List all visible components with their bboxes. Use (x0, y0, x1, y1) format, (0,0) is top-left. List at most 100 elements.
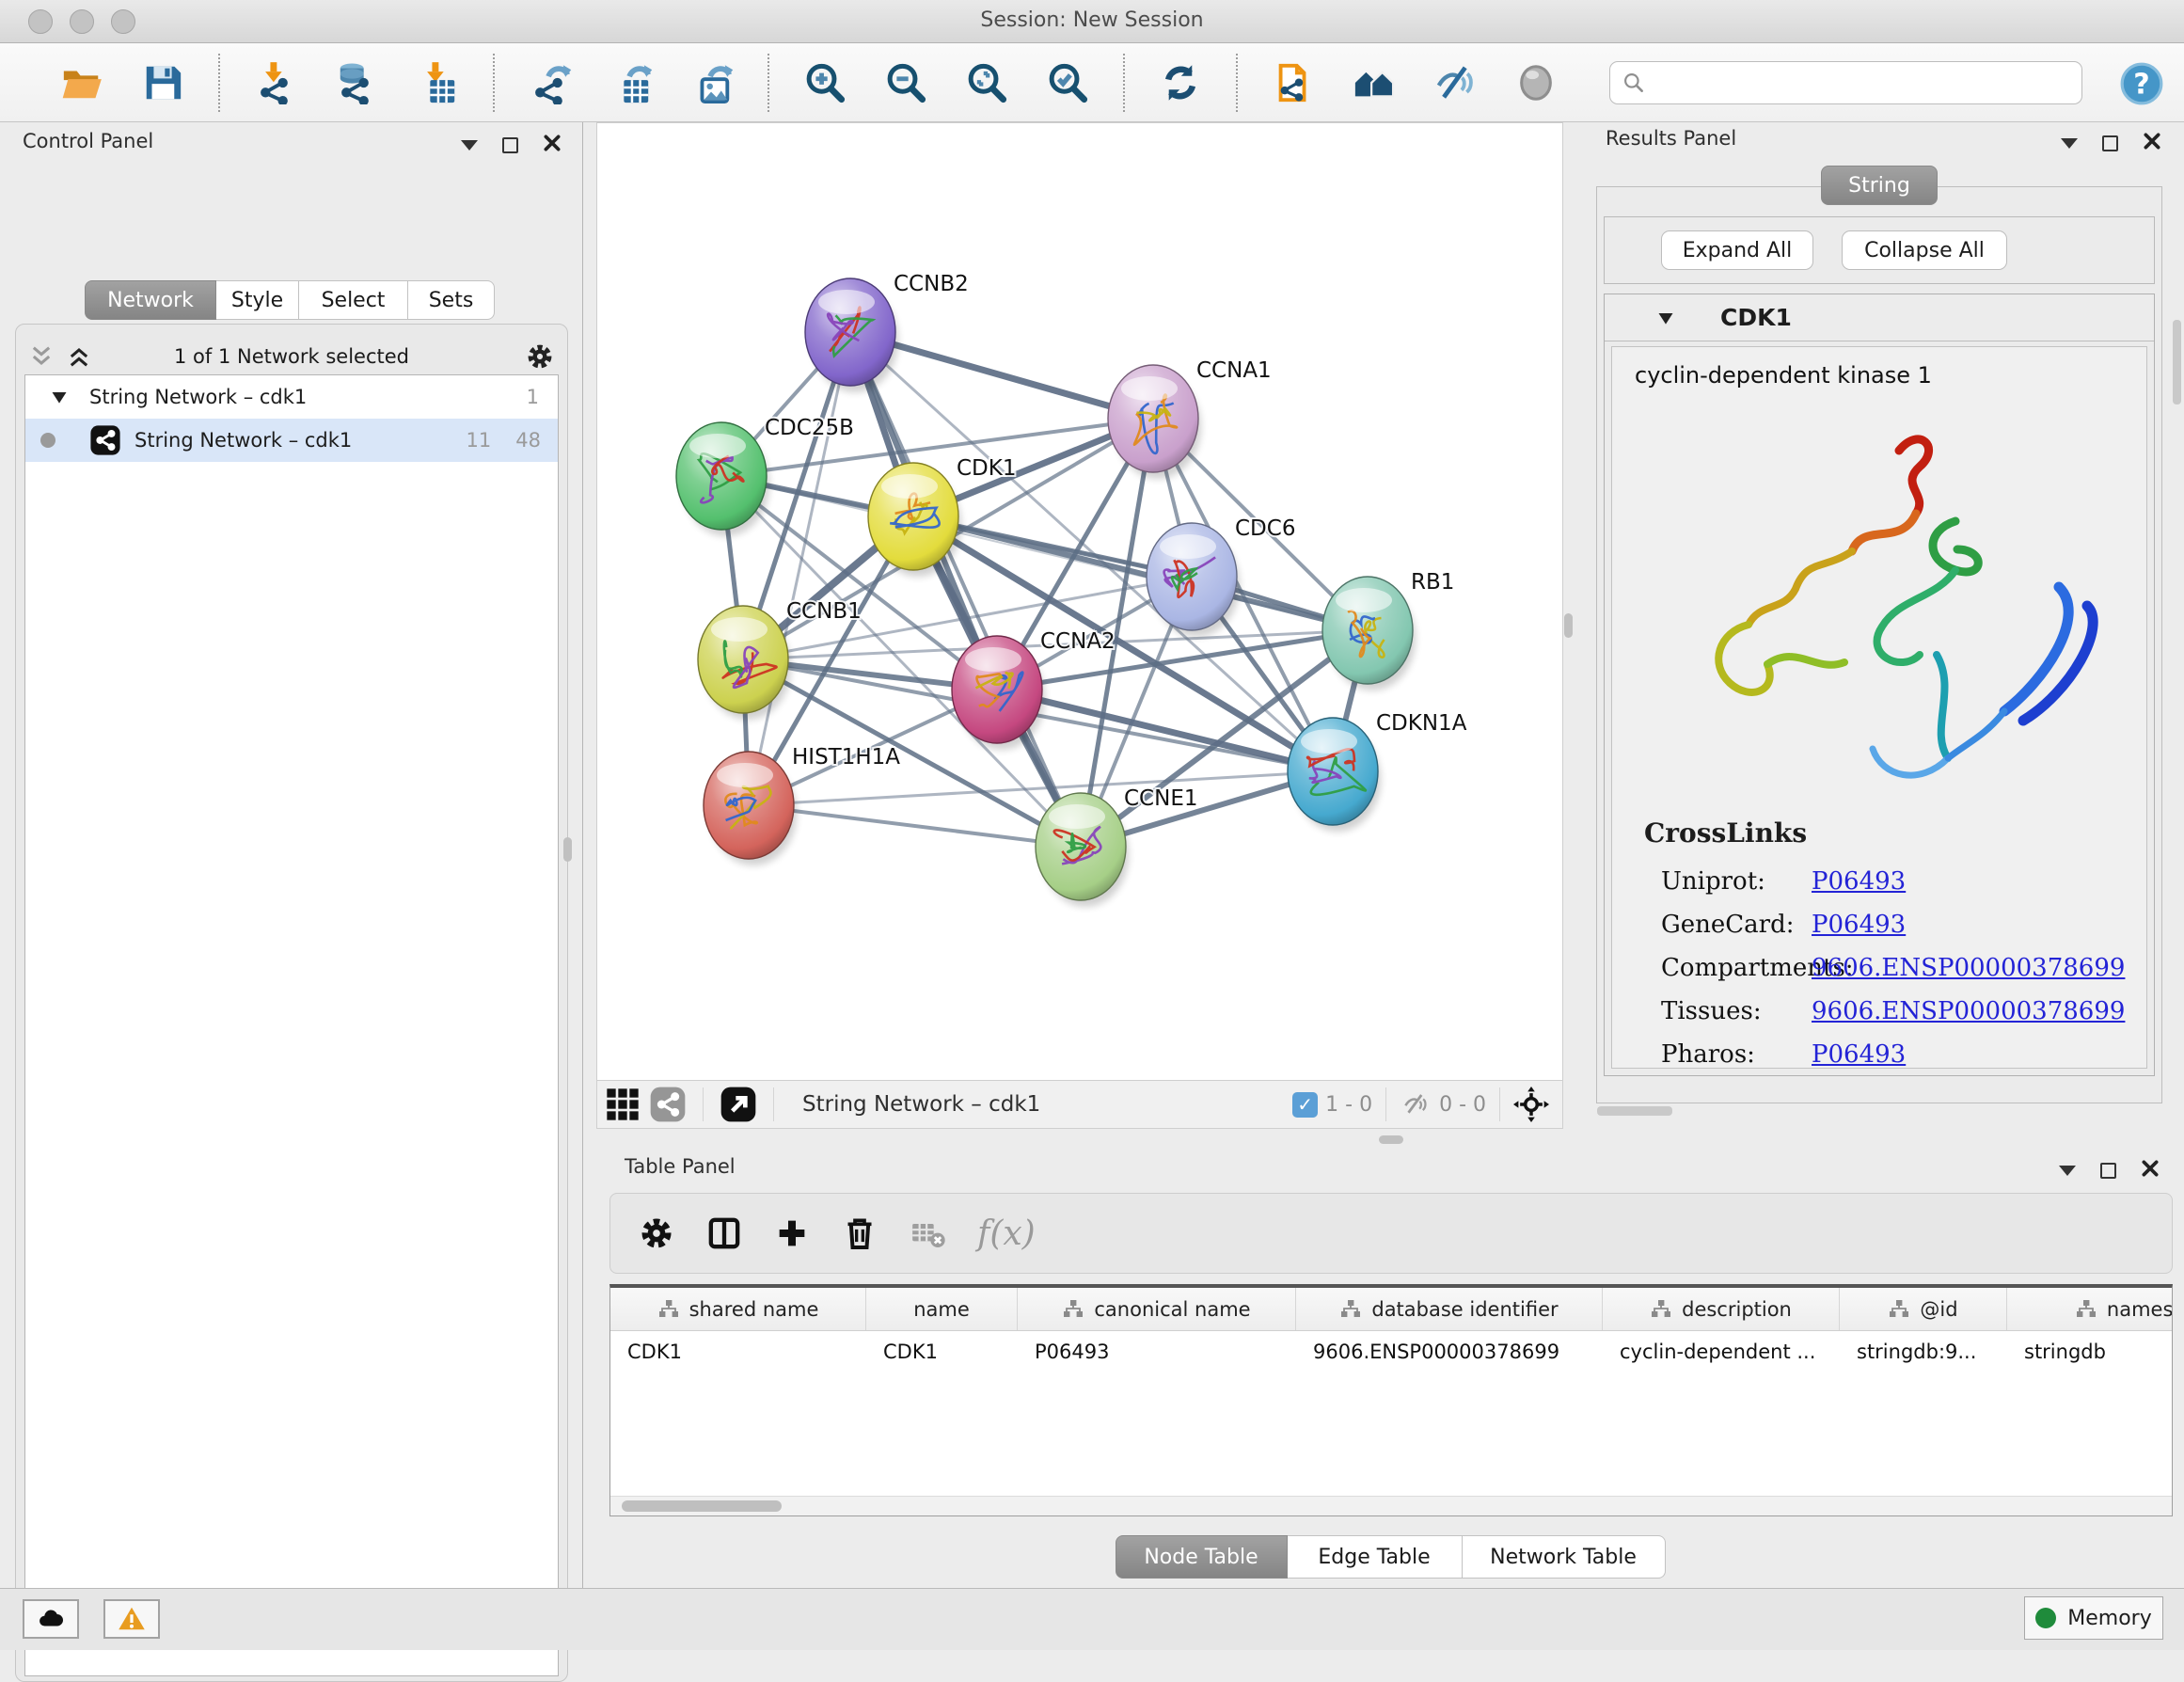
divider (1385, 1087, 1386, 1121)
results-vertical-scrollbar[interactable] (2173, 320, 2181, 405)
import-network-button[interactable] (252, 59, 299, 106)
table-horizontal-scrollbar[interactable] (610, 1496, 2172, 1515)
column-header-shared-name[interactable]: shared name (610, 1288, 866, 1330)
vertical-splitter-handle[interactable] (1564, 613, 1573, 638)
crosslink-row: Pharos:P06493 (1661, 1033, 2131, 1076)
refresh-button[interactable] (1157, 59, 1204, 106)
node-CDC6[interactable] (1147, 523, 1237, 630)
network-tree: String Network – cdk1 1 String Network –… (24, 374, 559, 1676)
tab-network[interactable]: Network (85, 280, 216, 320)
column-header-database-identifier[interactable]: database identifier (1296, 1288, 1603, 1330)
node-CDKN1A[interactable] (1288, 718, 1378, 825)
zoom-in-button[interactable] (801, 59, 848, 106)
tab-string[interactable]: String (1821, 166, 1938, 205)
cloud-button[interactable] (23, 1599, 79, 1639)
export-image-button[interactable] (688, 59, 736, 106)
edge-HIST1H1A-CCNE1[interactable] (749, 805, 1081, 847)
node-HIST1H1A[interactable] (704, 752, 794, 859)
results-panel-collapse-icon[interactable] (2061, 138, 2078, 149)
expand-all-button[interactable]: Expand All (1661, 230, 1813, 270)
protein-entry-header[interactable]: CDK1 (1605, 294, 2154, 341)
pan-crosshair-icon[interactable] (1513, 1087, 1549, 1122)
selected-checkbox-icon[interactable]: ✓ (1292, 1092, 1318, 1118)
node-label-CDC25B: CDC25B (765, 416, 854, 440)
import-table-button[interactable] (414, 59, 461, 106)
scrollbar-thumb[interactable] (622, 1500, 782, 1512)
tab-style[interactable]: Style (216, 280, 299, 320)
column-header-description[interactable]: description (1603, 1288, 1840, 1330)
tree-expander-icon[interactable] (50, 388, 69, 406)
document-share-button[interactable] (1270, 59, 1317, 106)
open-folder-button[interactable] (58, 59, 105, 106)
column-header-@id[interactable]: @id (1840, 1288, 2007, 1330)
edge-CCNB2-HIST1H1A[interactable] (749, 332, 850, 805)
table-panel-close-button[interactable] (2141, 1159, 2160, 1182)
crosslink-label: Pharos: (1661, 1040, 1812, 1069)
table-row[interactable]: CDK1CDK1P064939606.ENSP00000378699cyclin… (610, 1331, 2172, 1373)
node-CCNE1[interactable] (1036, 793, 1126, 900)
node-CCNB1[interactable] (698, 606, 788, 713)
node-CDC25B[interactable] (676, 422, 767, 530)
save-button[interactable] (139, 59, 186, 106)
delete-column-icon[interactable] (838, 1212, 881, 1255)
gear-icon[interactable] (635, 1212, 678, 1255)
birdseye-view-icon[interactable] (717, 1083, 760, 1126)
table-panel-float-button[interactable] (2100, 1163, 2116, 1179)
help-button[interactable]: ? (2119, 61, 2164, 106)
control-panel-float-button[interactable] (502, 137, 518, 153)
zoom-fit-button[interactable] (963, 59, 1010, 106)
table-toolbar: f(x) (609, 1193, 2173, 1274)
table-panel-collapse-icon[interactable] (2059, 1166, 2076, 1176)
zoom-out-button[interactable] (882, 59, 929, 106)
export-table-button[interactable] (608, 59, 655, 106)
search-input[interactable] (1646, 64, 2081, 102)
network-collection-row[interactable]: String Network – cdk1 1 (25, 375, 558, 419)
node-RB1[interactable] (1322, 577, 1413, 684)
results-horizontal-scrollbar[interactable] (1597, 1106, 1672, 1116)
control-panel-close-button[interactable] (543, 134, 562, 156)
results-panel-float-button[interactable] (2102, 135, 2118, 151)
edge-CDK1-RB1[interactable] (913, 516, 1368, 630)
network-row[interactable]: String Network – cdk1 11 48 (25, 419, 558, 462)
horizontal-splitter-handle[interactable] (1379, 1135, 1403, 1144)
panel-splitter-handle[interactable] (563, 837, 572, 862)
results-panel-close-button[interactable] (2143, 132, 2161, 154)
crosslink-link[interactable]: P06493 (1812, 911, 1906, 939)
tab-edge-table[interactable]: Edge Table (1288, 1535, 1463, 1579)
column-header-namespace[interactable]: namespace (2007, 1288, 2173, 1330)
collapse-all-button[interactable]: Collapse All (1842, 230, 2007, 270)
export-network-button[interactable] (527, 59, 574, 106)
split-panel-icon[interactable] (703, 1212, 746, 1255)
tab-network-table[interactable]: Network Table (1463, 1535, 1666, 1579)
node-CCNA2[interactable] (952, 636, 1042, 743)
eye-button[interactable] (1512, 59, 1559, 106)
tab-select[interactable]: Select (299, 280, 408, 320)
node-CDK1[interactable] (868, 463, 958, 570)
column-header-name[interactable]: name (866, 1288, 1018, 1330)
divider (773, 1087, 774, 1121)
crosslink-link[interactable]: P06493 (1812, 867, 1906, 896)
home-button[interactable] (1351, 59, 1398, 106)
network-graph[interactable]: CCNB2CCNA1CDC25BCDK1CDC6RB1CCNB1CCNA2CDK… (597, 123, 1562, 1079)
network-canvas[interactable]: CCNB2CCNA1CDC25BCDK1CDC6RB1CCNB1CCNA2CDK… (596, 122, 1563, 1080)
close-icon (2141, 1159, 2160, 1178)
add-column-icon[interactable] (770, 1212, 814, 1255)
crosslink-link[interactable]: 9606.ENSP00000378699 (1812, 954, 2125, 982)
node-CCNB2[interactable] (805, 278, 895, 386)
column-header-canonical-name[interactable]: canonical name (1018, 1288, 1296, 1330)
grid-view-icon[interactable] (601, 1083, 644, 1126)
eye-hide-button[interactable] (1432, 59, 1479, 106)
crosslink-link[interactable]: P06493 (1812, 1040, 1906, 1069)
tab-sets[interactable]: Sets (408, 280, 495, 320)
entry-expander-icon[interactable] (1656, 309, 1675, 327)
node-CCNA1[interactable] (1108, 365, 1198, 472)
crosslink-link[interactable]: 9606.ENSP00000378699 (1812, 997, 2125, 1025)
share-view-icon[interactable] (646, 1083, 689, 1126)
control-panel-collapse-icon[interactable] (461, 140, 478, 151)
memory-button[interactable]: Memory (2024, 1596, 2163, 1640)
tab-node-table[interactable]: Node Table (1116, 1535, 1288, 1579)
import-database-button[interactable] (333, 59, 380, 106)
zoom-selected-button[interactable] (1044, 59, 1091, 106)
warning-button[interactable] (103, 1599, 160, 1639)
search-field[interactable] (1609, 61, 2082, 104)
